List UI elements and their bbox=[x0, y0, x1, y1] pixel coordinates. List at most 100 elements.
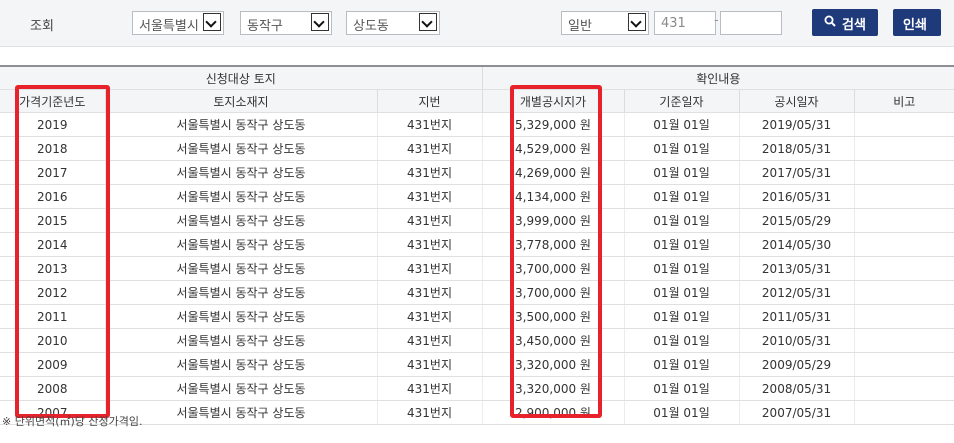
main-number-value: 431 bbox=[661, 16, 686, 31]
cell-price: 4,529,000 원 bbox=[481, 136, 625, 161]
dong-select-value: 상도동 bbox=[353, 19, 389, 34]
cell-base-date: 01월 01일 bbox=[623, 280, 740, 305]
column-header-remark: 비고 bbox=[853, 89, 954, 113]
cell-location: 서울특별시 동작구 상도동 bbox=[104, 136, 377, 161]
cell-remark bbox=[853, 232, 954, 257]
district-select[interactable]: 동작구 bbox=[240, 11, 332, 35]
cell-remark bbox=[853, 136, 954, 161]
cell-base-date: 01월 01일 bbox=[623, 184, 740, 209]
search-button-label: 검색 bbox=[842, 18, 866, 33]
cell-notice-date: 2012/05/31 bbox=[738, 280, 855, 305]
dong-select[interactable]: 상도동 bbox=[346, 11, 440, 35]
cell-base-date: 01월 01일 bbox=[623, 376, 740, 401]
cell-location: 서울특별시 동작구 상도동 bbox=[104, 328, 377, 353]
cell-base-date: 01월 01일 bbox=[623, 400, 740, 425]
group-header-confirmation: 확인내용 bbox=[481, 65, 954, 90]
column-header-year: 가격기준년도 bbox=[0, 89, 105, 113]
cell-lot: 431번지 bbox=[376, 376, 483, 401]
table-row: 2008 서울특별시 동작구 상도동 431번지 3,320,000 원 01월 01일… bbox=[0, 376, 954, 401]
cell-year: 2012 bbox=[0, 280, 105, 305]
city-select[interactable]: 서울특별시 bbox=[132, 11, 224, 35]
cell-year: 2016 bbox=[0, 184, 105, 209]
cell-notice-date: 2009/05/29 bbox=[738, 352, 855, 377]
cell-base-date: 01월 01일 bbox=[623, 112, 740, 137]
land-type-select-value: 일반 bbox=[568, 19, 592, 34]
table-row: 2007 서울특별시 동작구 상도동 431번지 2,900,000 원 01월 01일… bbox=[0, 400, 954, 425]
cell-notice-date: 2018/05/31 bbox=[738, 136, 855, 161]
cell-base-date: 01월 01일 bbox=[623, 256, 740, 281]
column-header-price: 개별공시지가 bbox=[481, 89, 625, 113]
table-row: 2016 서울특별시 동작구 상도동 431번지 4,134,000 원 01월 01일… bbox=[0, 184, 954, 209]
cell-year: 2019 bbox=[0, 112, 105, 137]
cell-remark bbox=[853, 280, 954, 305]
number-separator: - bbox=[714, 13, 719, 28]
cell-notice-date: 2007/05/31 bbox=[738, 400, 855, 425]
cell-notice-date: 2013/05/31 bbox=[738, 256, 855, 281]
cell-price: 3,700,000 원 bbox=[481, 256, 625, 281]
cell-price: 4,134,000 원 bbox=[481, 184, 625, 209]
cell-notice-date: 2017/05/31 bbox=[738, 160, 855, 185]
search-label: 조회 bbox=[30, 19, 54, 34]
chevron-down-icon[interactable] bbox=[311, 13, 329, 31]
cell-notice-date: 2016/05/31 bbox=[738, 184, 855, 209]
cell-notice-date: 2008/05/31 bbox=[738, 376, 855, 401]
cell-price: 3,999,000 원 bbox=[481, 208, 625, 233]
search-button[interactable]: 검색 bbox=[812, 9, 878, 36]
print-button[interactable]: 인쇄 bbox=[893, 9, 941, 36]
cell-lot: 431번지 bbox=[376, 280, 483, 305]
cell-year: 2015 bbox=[0, 208, 105, 233]
main-number-input[interactable]: 431 bbox=[654, 11, 716, 35]
table-row: 2010 서울특별시 동작구 상도동 431번지 3,450,000 원 01월 01일… bbox=[0, 328, 954, 353]
cell-remark bbox=[853, 376, 954, 401]
cell-base-date: 01월 01일 bbox=[623, 136, 740, 161]
column-header-notice-date: 공시일자 bbox=[738, 89, 855, 113]
chevron-down-icon[interactable] bbox=[419, 13, 437, 31]
table-row: 2012 서울특별시 동작구 상도동 431번지 3,700,000 원 01월 01일… bbox=[0, 280, 954, 305]
cell-lot: 431번지 bbox=[376, 112, 483, 137]
cell-year: 2011 bbox=[0, 304, 105, 329]
group-header-target-land: 신청대상 토지 bbox=[0, 65, 483, 90]
sub-number-input[interactable] bbox=[720, 11, 782, 35]
cell-location: 서울특별시 동작구 상도동 bbox=[104, 352, 377, 377]
cell-location: 서울특별시 동작구 상도동 bbox=[104, 112, 377, 137]
cell-location: 서울특별시 동작구 상도동 bbox=[104, 256, 377, 281]
cell-year: 2013 bbox=[0, 256, 105, 281]
cell-lot: 431번지 bbox=[376, 256, 483, 281]
cell-year: 2017 bbox=[0, 160, 105, 185]
chevron-down-icon[interactable] bbox=[203, 13, 221, 31]
cell-remark bbox=[853, 352, 954, 377]
cell-base-date: 01월 01일 bbox=[623, 304, 740, 329]
cell-lot: 431번지 bbox=[376, 208, 483, 233]
cell-location: 서울특별시 동작구 상도동 bbox=[104, 400, 377, 425]
cell-remark bbox=[853, 304, 954, 329]
cell-lot: 431번지 bbox=[376, 136, 483, 161]
cell-year: 2018 bbox=[0, 136, 105, 161]
cell-price: 5,329,000 원 bbox=[481, 112, 625, 137]
cell-location: 서울특별시 동작구 상도동 bbox=[104, 304, 377, 329]
table-row: 2011 서울특별시 동작구 상도동 431번지 3,500,000 원 01월 01일… bbox=[0, 304, 954, 329]
column-header-lot: 지번 bbox=[376, 89, 483, 113]
cell-base-date: 01월 01일 bbox=[623, 328, 740, 353]
cell-remark bbox=[853, 208, 954, 233]
cell-price: 3,500,000 원 bbox=[481, 304, 625, 329]
cell-location: 서울특별시 동작구 상도동 bbox=[104, 232, 377, 257]
table-row: 2019 서울특별시 동작구 상도동 431번지 5,329,000 원 01월 01일… bbox=[0, 112, 954, 137]
column-header-location: 토지소재지 bbox=[104, 89, 377, 113]
cell-notice-date: 2014/05/30 bbox=[738, 232, 855, 257]
search-bar: 조회 서울특별시 동작구 상도동 일반 431 - 검색 인쇄 bbox=[0, 0, 954, 47]
cell-year: 2009 bbox=[0, 352, 105, 377]
table-row: 2018 서울특별시 동작구 상도동 431번지 4,529,000 원 01월 01일… bbox=[0, 136, 954, 161]
cell-notice-date: 2015/05/29 bbox=[738, 208, 855, 233]
table-row: 2013 서울특별시 동작구 상도동 431번지 3,700,000 원 01월 01일… bbox=[0, 256, 954, 281]
cell-base-date: 01월 01일 bbox=[623, 208, 740, 233]
cell-lot: 431번지 bbox=[376, 304, 483, 329]
cell-lot: 431번지 bbox=[376, 400, 483, 425]
land-type-select[interactable]: 일반 bbox=[561, 11, 649, 35]
table-row: 2015 서울특별시 동작구 상도동 431번지 3,999,000 원 01월 01일… bbox=[0, 208, 954, 233]
cell-location: 서울특별시 동작구 상도동 bbox=[104, 184, 377, 209]
cell-year: 2010 bbox=[0, 328, 105, 353]
cell-remark bbox=[853, 256, 954, 281]
table-row: 2009 서울특별시 동작구 상도동 431번지 3,320,000 원 01월 01일… bbox=[0, 352, 954, 377]
cell-price: 3,320,000 원 bbox=[481, 376, 625, 401]
chevron-down-icon[interactable] bbox=[628, 13, 646, 31]
